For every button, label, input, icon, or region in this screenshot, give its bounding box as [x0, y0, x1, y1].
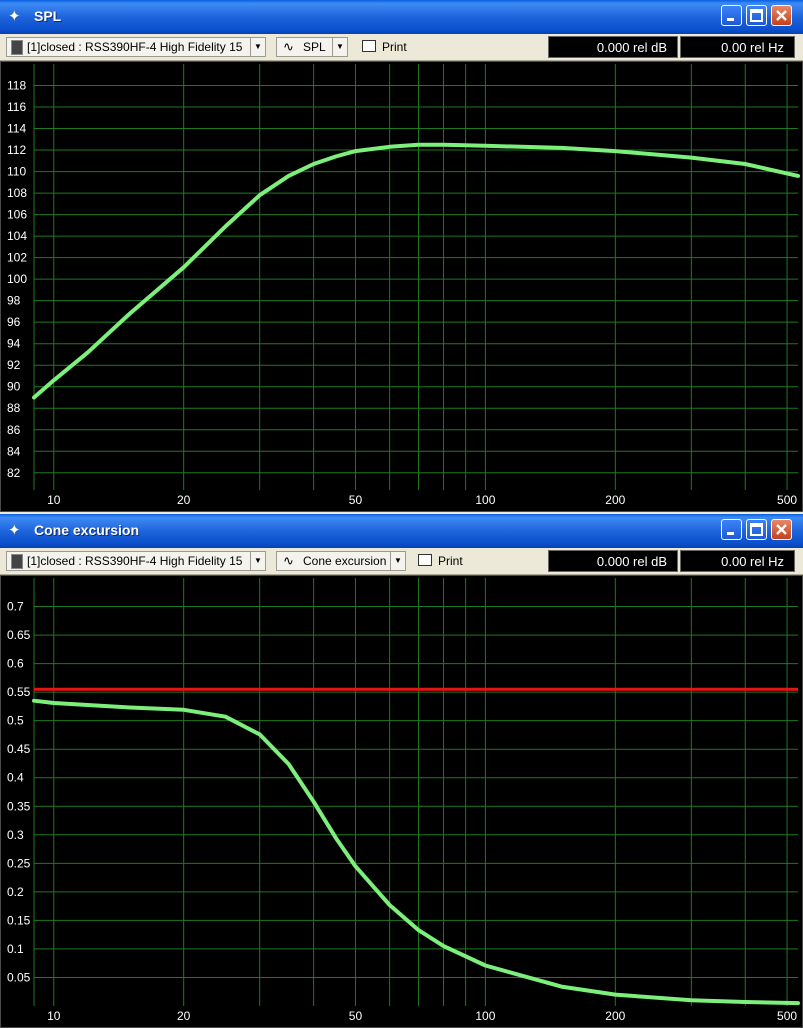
plot-type-label: Cone excursion [303, 554, 387, 568]
spl-plot[interactable]: 82 84 86 88 90 92 94 96 98 100 102 104 106 108 110 112 1… [0, 61, 803, 512]
hz-readout: 0.00 rel Hz [680, 36, 795, 58]
spl-title-bar[interactable]: ✦ SPL [0, 0, 803, 34]
dropdown-arrow-icon[interactable]: ▼ [390, 552, 405, 570]
cone-excursion-chart: 0.05 0.1 0.15 0.2 0.25 0.3 0.35 0.4 0.45 0.5 0.55 0… [7, 578, 800, 1023]
y-tick-label: 0.15 [7, 913, 31, 927]
response-curve [32, 142, 800, 400]
y-tick-label: 90 [7, 380, 21, 394]
y-tick-label: 0.1 [7, 942, 24, 956]
close-icon [776, 10, 787, 21]
x-tick-label: 20 [177, 1009, 191, 1023]
y-tick-label: 82 [7, 466, 21, 480]
print-button[interactable]: Print [418, 551, 468, 571]
printer-icon [362, 40, 376, 52]
curve-select[interactable]: [1]closed : RSS390HF-4 High Fidelity 15 … [6, 551, 266, 571]
dropdown-arrow-icon[interactable]: ▼ [250, 552, 265, 570]
document-icon [11, 554, 23, 569]
y-tick-label: 112 [7, 143, 26, 157]
minimize-icon [727, 18, 734, 21]
x-tick-label: 10 [47, 1009, 61, 1023]
printer-icon [418, 554, 432, 566]
curve-select-label: [1]closed : RSS390HF-4 High Fidelity 15 [27, 554, 243, 568]
x-tick-label: 10 [47, 493, 61, 507]
plot-type-label: SPL [303, 40, 326, 54]
y-tick-label: 104 [7, 229, 27, 243]
dropdown-arrow-icon[interactable]: ▼ [250, 38, 265, 56]
print-label: Print [382, 40, 407, 54]
minimize-icon [727, 532, 734, 535]
waveform-icon: ∿ [283, 553, 294, 568]
y-tick-label: 110 [7, 165, 26, 179]
x-tick-label: 200 [605, 1009, 625, 1023]
cone-excursion-window: ✦ Cone excursion [1]closed : RSS390HF-4 … [0, 514, 803, 1028]
hz-readout: 0.00 rel Hz [680, 550, 795, 572]
y-tick-label: 0.65 [7, 628, 31, 642]
y-tick-label: 0.7 [7, 600, 24, 614]
curve-select-label: [1]closed : RSS390HF-4 High Fidelity 15 [27, 40, 243, 54]
window-title: Cone excursion [34, 522, 140, 538]
y-tick-label: 0.4 [7, 771, 24, 785]
y-tick-label: 108 [7, 186, 27, 200]
y-tick-label: 118 [7, 79, 26, 93]
cone-excursion-plot[interactable]: 0.05 0.1 0.15 0.2 0.25 0.3 0.35 0.4 0.45 0.5 0.55 0… [0, 575, 803, 1028]
dropdown-arrow-icon[interactable]: ▼ [332, 38, 347, 56]
y-tick-label: 0.6 [7, 657, 24, 671]
x-tick-label: 200 [605, 493, 625, 507]
y-tick-label: 0.35 [7, 799, 31, 813]
y-tick-label: 106 [7, 208, 27, 222]
print-label: Print [438, 554, 463, 568]
cone-toolbar: [1]closed : RSS390HF-4 High Fidelity 15 … [0, 548, 803, 575]
app-icon: ✦ [8, 522, 21, 539]
spl-toolbar: [1]closed : RSS390HF-4 High Fidelity 15 … [0, 34, 803, 61]
x-tick-label: 20 [177, 493, 191, 507]
spl-window: ✦ SPL [1]closed : RSS390HF-4 High Fideli… [0, 0, 803, 512]
window-title: SPL [34, 8, 62, 24]
app-icon: ✦ [8, 8, 21, 25]
y-tick-label: 0.5 [7, 714, 24, 728]
curve-select[interactable]: [1]closed : RSS390HF-4 High Fidelity 15 … [6, 37, 266, 57]
spl-chart: 82 84 86 88 90 92 94 96 98 100 102 104 106 108 110 112 1… [7, 64, 800, 507]
y-tick-label: 84 [7, 444, 21, 458]
minimize-button[interactable] [721, 5, 742, 26]
y-tick-label: 100 [7, 272, 27, 286]
y-tick-label: 96 [7, 315, 21, 329]
y-tick-label: 86 [7, 423, 21, 437]
db-readout: 0.000 rel dB [548, 550, 678, 572]
x-tick-label: 500 [777, 493, 797, 507]
waveform-icon: ∿ [283, 39, 294, 54]
maximize-icon [750, 9, 763, 22]
y-tick-label: 94 [7, 337, 21, 351]
y-tick-label: 116 [7, 100, 26, 114]
x-tick-label: 500 [777, 1009, 797, 1023]
close-icon [776, 524, 787, 535]
y-tick-label: 0.55 [7, 685, 31, 699]
plot-type-select[interactable]: ∿ Cone excursion ▼ [276, 551, 406, 571]
y-tick-label: 0.25 [7, 856, 31, 870]
y-tick-label: 0.3 [7, 828, 24, 842]
x-tick-label: 100 [475, 1009, 495, 1023]
y-tick-label: 0.05 [7, 970, 31, 984]
maximize-button[interactable] [746, 5, 767, 26]
minimize-button[interactable] [721, 519, 742, 540]
y-tick-label: 92 [7, 358, 21, 372]
x-tick-label: 50 [349, 493, 363, 507]
print-button[interactable]: Print [362, 37, 412, 57]
y-tick-label: 102 [7, 251, 27, 265]
y-tick-label: 114 [7, 122, 26, 136]
plot-type-select[interactable]: ∿ SPL ▼ [276, 37, 348, 57]
y-tick-label: 0.2 [7, 885, 24, 899]
document-icon [11, 40, 23, 55]
x-tick-label: 100 [475, 493, 495, 507]
maximize-button[interactable] [746, 519, 767, 540]
close-button[interactable] [771, 519, 792, 540]
y-tick-label: 0.45 [7, 742, 31, 756]
response-curve [32, 698, 800, 1006]
cone-title-bar[interactable]: ✦ Cone excursion [0, 514, 803, 548]
close-button[interactable] [771, 5, 792, 26]
maximize-icon [750, 523, 763, 536]
y-tick-label: 88 [7, 401, 21, 415]
db-readout: 0.000 rel dB [548, 36, 678, 58]
y-tick-label: 98 [7, 294, 21, 308]
x-tick-label: 50 [349, 1009, 363, 1023]
